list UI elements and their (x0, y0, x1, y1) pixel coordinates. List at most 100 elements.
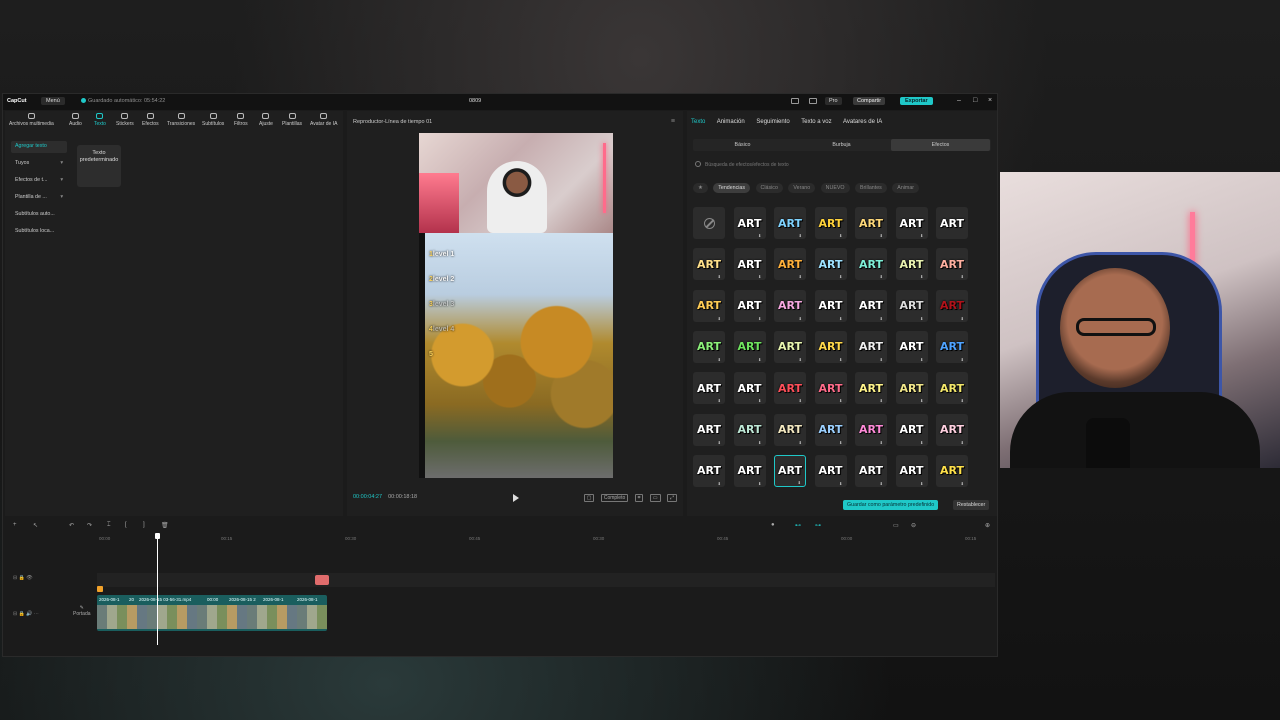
pro-badge[interactable]: Pro (825, 97, 842, 105)
trim-left-icon[interactable]: [ (125, 522, 127, 528)
tool-audio[interactable]: Audio (69, 113, 82, 127)
magnet-icon[interactable]: ⊷ (795, 522, 801, 529)
text-effect-cell[interactable]: ART ⬇ (733, 413, 766, 446)
text-effect-cell[interactable]: ART ⬇ (936, 289, 968, 322)
text-effect-cell[interactable]: ART ⬇ (855, 372, 887, 405)
text-effect-cell[interactable]: ART ⬇ (774, 372, 806, 405)
tool-templates[interactable]: Plantillas (282, 113, 302, 127)
delete-icon[interactable]: 🗑 (161, 522, 169, 529)
default-text-tile[interactable]: Texto predeterminado (77, 145, 121, 187)
close-icon[interactable]: × (988, 97, 992, 104)
preview-axis-icon[interactable]: ▭ (893, 522, 899, 529)
text-effect-cell[interactable]: ART ⬇ (814, 248, 847, 281)
text-effect-cell[interactable]: ART ⬇ (774, 330, 806, 363)
text-effect-cell[interactable]: ART ⬇ (855, 330, 887, 363)
undo-icon[interactable]: ↶ (69, 522, 74, 529)
reset-button[interactable]: Restablecer (953, 500, 990, 510)
text-effect-cell[interactable]: ART ⬇ (774, 289, 806, 322)
text-effect-cell[interactable]: ART ⬇ (814, 413, 847, 446)
text-effect-cell[interactable]: ART ⬇ (855, 207, 887, 239)
tool-ai-avatar[interactable]: Avatar de IA (310, 113, 337, 127)
text-effect-cell[interactable]: ART ⬇ (936, 413, 968, 446)
link-icon[interactable]: ⊶ (815, 522, 821, 529)
subtab-bubble[interactable]: Burbuja (792, 139, 891, 151)
snapshot-icon[interactable]: ▢ (583, 494, 595, 502)
playhead[interactable] (155, 533, 160, 645)
text-effect-cell[interactable]: ART ⬇ (895, 413, 928, 446)
ratio-icon[interactable]: ▭ (649, 494, 661, 502)
fullscreen-icon[interactable]: ⤢ (666, 494, 677, 502)
tool-subtitles[interactable]: Subtítulos (202, 113, 224, 127)
crop-icon[interactable]: ⌗ (634, 494, 644, 502)
sidebar-item-local-captions[interactable]: Subtítulos loca... (11, 226, 67, 238)
tab-ai-avatars[interactable]: Avatares de IA (843, 119, 882, 125)
tab-text[interactable]: Texto (691, 119, 705, 125)
video-track-controls[interactable]: ⊟ 🔒 🔊 ⋯ (13, 611, 39, 617)
text-effect-cell[interactable]: ART ⬇ (693, 372, 725, 405)
text-effect-cell[interactable]: ART ⬇ (855, 248, 887, 281)
zoom-in-icon[interactable]: ⊕ (985, 522, 990, 529)
text-effect-cell[interactable]: ART ⬇ (814, 289, 847, 322)
text-clip[interactable] (315, 575, 329, 585)
minimize-icon[interactable]: – (957, 97, 961, 104)
add-track-icon[interactable]: + (13, 522, 17, 528)
tool-effects[interactable]: Efectos (142, 113, 159, 127)
text-effect-cell[interactable]: ART ⬇ (895, 207, 928, 239)
text-effect-cell[interactable]: ART ⬇ (693, 454, 725, 487)
text-effect-cell[interactable]: ART ⬇ (855, 454, 887, 487)
text-effect-cell[interactable]: ART ⬇ (895, 330, 928, 363)
time-ruler[interactable]: 00:00 00:15 00:30 00:45 00:30 00:45 00:0… (97, 536, 995, 546)
tool-adjust[interactable]: Ajuste (259, 113, 273, 127)
tool-text[interactable]: Texto (94, 113, 106, 127)
export-button[interactable]: Exportar (900, 97, 933, 105)
compare-button[interactable]: Completo (600, 494, 629, 502)
text-effect-cell[interactable]: ART ⬇ (936, 248, 968, 281)
text-effect-cell[interactable]: ART (936, 207, 968, 239)
text-effect-cell[interactable]: ART ⬇ (855, 413, 887, 446)
tool-media[interactable]: Archivos multimedia (9, 113, 54, 127)
text-effect-cell[interactable]: ART ⬇ (733, 454, 766, 487)
save-default-button[interactable]: Guardar como parámetro predefinido (843, 500, 939, 510)
text-effect-cell[interactable]: ART ⬇ (693, 248, 725, 281)
marker-icon[interactable] (97, 586, 103, 592)
tab-animation[interactable]: Animación (717, 119, 745, 125)
sidebar-item-yours[interactable]: Tuyos ▾ (11, 158, 67, 170)
sidebar-item-text-template[interactable]: Plantilla de ... ▾ (11, 192, 67, 204)
chip-classic[interactable]: Clásico (755, 183, 783, 193)
tool-transitions[interactable]: Transiciones (167, 113, 195, 127)
sidebar-item-auto-captions[interactable]: Subtítulos auto... (11, 209, 67, 221)
video-track[interactable]: 2026-08-1 20 2026-08-15 03-56-31.mp4 00:… (97, 595, 327, 631)
text-effect-cell[interactable]: ART ⬇ (693, 413, 725, 446)
video-preview[interactable]: 1level 1 2level 2 3level 3 4level 4 5 (419, 133, 613, 478)
text-effect-cell[interactable]: ART ⬇ (733, 330, 766, 363)
text-effect-cell[interactable]: ART ⬇ (814, 372, 847, 405)
subtab-basic[interactable]: Básico (693, 139, 792, 151)
tool-stickers[interactable]: Stickers (116, 113, 134, 127)
text-effect-cell[interactable]: ART ⬇ (936, 372, 968, 405)
subtab-effects[interactable]: Efectos (891, 139, 990, 151)
select-tool-icon[interactable]: ↖ (33, 522, 38, 529)
text-effect-cell[interactable]: ART ⬇ (814, 330, 847, 363)
text-effect-cell[interactable]: ART ⬇ (895, 372, 928, 405)
favorites-icon[interactable]: ★ (693, 183, 708, 193)
mic-icon[interactable]: ● (771, 522, 775, 528)
menu-icon[interactable]: ≡ (671, 118, 675, 125)
layout-icon[interactable] (791, 98, 799, 104)
text-effect-cell[interactable]: ART ⬇ (774, 454, 806, 487)
text-effect-cell[interactable]: ART ⬇ (895, 289, 928, 322)
play-icon[interactable] (513, 494, 519, 502)
chip-animate[interactable]: Animar (892, 183, 920, 193)
trim-right-icon[interactable]: ] (143, 522, 145, 528)
no-effect-cell[interactable] (693, 207, 725, 239)
cover-button[interactable]: ✎ Portada (73, 605, 91, 617)
sidebar-item-text-effects[interactable]: Efectos de t... ▾ (11, 175, 67, 187)
tab-text-to-speech[interactable]: Texto a voz (801, 119, 831, 125)
text-effect-cell[interactable]: ART ⬇ (774, 413, 806, 446)
text-effect-cell[interactable]: ART ⬇ (936, 330, 968, 363)
text-effect-cell[interactable]: ART ⬇ (693, 330, 725, 363)
effects-search-input[interactable]: Búsqueda de efectos/efectos de texto (695, 161, 991, 171)
text-effect-cell[interactable]: ART ⬇ (733, 248, 766, 281)
share-button[interactable]: Compartir (853, 97, 886, 105)
chip-trending[interactable]: Tendencias (713, 183, 751, 193)
chip-new[interactable]: NUEVO (820, 183, 850, 193)
